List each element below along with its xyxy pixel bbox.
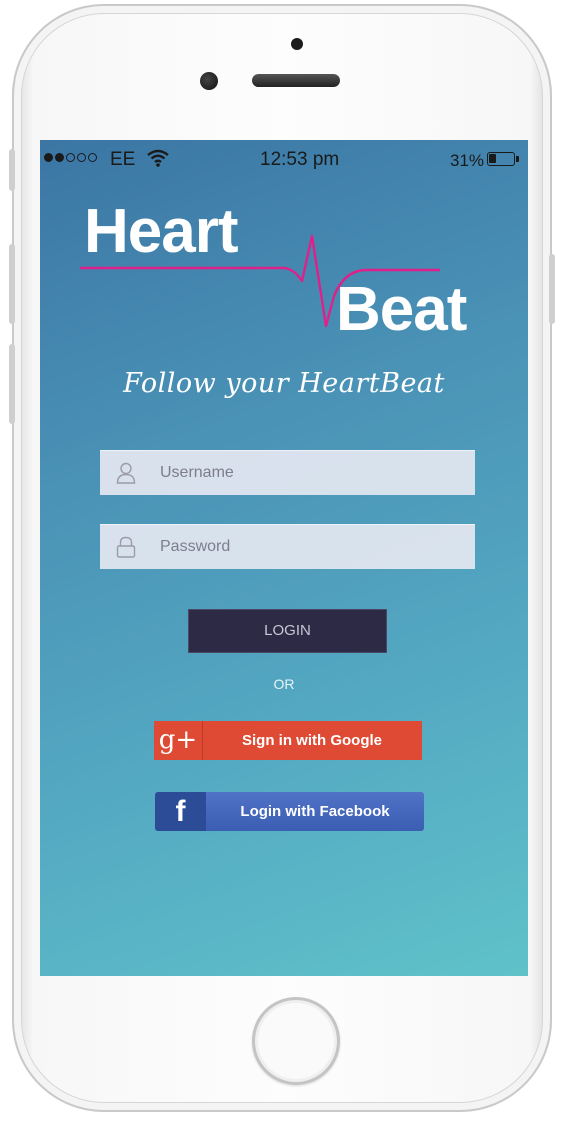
signal-strength-icon	[44, 153, 97, 162]
signal-dot	[55, 153, 64, 162]
google-signin-label: Sign in with Google	[242, 732, 382, 749]
tagline: Follow your HeartBeat	[123, 368, 445, 399]
proximity-sensor	[200, 72, 218, 90]
login-button[interactable]: LOGIN	[188, 609, 387, 653]
password-placeholder: Password	[160, 538, 231, 555]
facebook-login-label: Login with Facebook	[240, 803, 390, 820]
password-input[interactable]: Password	[100, 524, 475, 569]
mute-switch	[9, 149, 15, 191]
signal-dot	[44, 153, 53, 162]
wifi-icon	[147, 149, 169, 167]
lock-icon	[116, 536, 136, 558]
carrier-name: EE	[110, 149, 136, 170]
earpiece-speaker	[252, 74, 340, 87]
battery-percentage: 31%	[450, 151, 485, 170]
power-button	[549, 254, 555, 324]
google-plus-icon: g+	[154, 721, 203, 760]
signal-dot	[77, 153, 86, 162]
battery-icon	[487, 152, 519, 166]
front-camera	[291, 38, 303, 50]
home-button[interactable]	[252, 997, 340, 1085]
signal-dot	[88, 153, 97, 162]
logo-beat-text: Beat	[336, 275, 467, 344]
username-placeholder: Username	[160, 464, 234, 481]
battery-fill	[489, 154, 496, 163]
status-time: 12:53 pm	[260, 149, 340, 170]
facebook-login-button[interactable]: f Login with Facebook	[155, 792, 424, 831]
google-signin-button[interactable]: g+ Sign in with Google	[154, 721, 422, 760]
or-divider-text: OR	[273, 676, 295, 692]
volume-up-button	[9, 244, 15, 324]
username-input[interactable]: Username	[100, 450, 475, 495]
app-screen: EE 12:53 pm 31% Heart Beat Follow your H…	[40, 140, 528, 976]
signal-dot	[66, 153, 75, 162]
user-icon	[116, 462, 136, 484]
status-bar: EE 12:53 pm 31%	[40, 140, 528, 178]
facebook-icon: f	[155, 792, 206, 831]
logo-heart-text: Heart	[84, 197, 239, 266]
volume-down-button	[9, 344, 15, 424]
